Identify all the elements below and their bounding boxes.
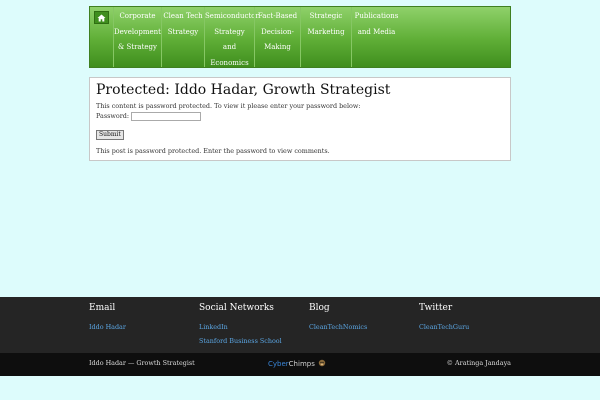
- nav-item-label: Economics: [210, 58, 249, 67]
- nav-item-label: and: [222, 43, 237, 51]
- page-title: Protected: Iddo Hadar, Growth Strategist: [96, 82, 391, 98]
- logo-text-cyber: Cyber: [268, 359, 289, 368]
- nav-item-clean-tech-strategy[interactable]: Clean Tech Strategy: [161, 7, 204, 67]
- nav-item-label: & Strategy: [118, 43, 157, 51]
- main-navigation: Corporate Development & Strategy Clean T…: [89, 6, 511, 68]
- nav-item-strategic-marketing[interactable]: Strategic Marketing: [300, 7, 351, 67]
- logo-text-chimps: Chimps: [288, 359, 315, 368]
- footer-heading: Social Networks: [199, 303, 274, 313]
- footer-link[interactable]: CleanTechGuru: [419, 323, 469, 331]
- nav-item-label: Publications: [354, 12, 399, 20]
- nav-item-label: Making: [264, 43, 291, 51]
- nav-item-corporate-development[interactable]: Corporate Development & Strategy: [113, 7, 161, 67]
- footer-link[interactable]: CleanTechNomics: [309, 323, 367, 331]
- footer-link[interactable]: LinkedIn: [199, 323, 282, 331]
- footer-widgets: Email Iddo Hadar Social Networks LinkedI…: [0, 297, 600, 353]
- footer-heading: Blog: [309, 303, 330, 313]
- nav-home[interactable]: [90, 7, 113, 67]
- nav-item-label: Strategy: [214, 27, 245, 36]
- nav-item-label: Fact-Based: [257, 12, 298, 20]
- footer-column-email: Email Iddo Hadar: [89, 302, 126, 331]
- nav-item-label: Strategic: [309, 12, 343, 20]
- nav-item-publications-and-media[interactable]: Publications and Media: [351, 7, 401, 67]
- footer-heading: Twitter: [419, 303, 453, 313]
- password-row: Password:: [96, 112, 504, 121]
- password-input[interactable]: [131, 112, 201, 121]
- cyberchimps-logo[interactable]: Cyber Chimps: [268, 359, 327, 368]
- nav-item-label: and Media: [357, 27, 396, 36]
- submit-button[interactable]: Submit: [96, 130, 124, 140]
- nav-item-label: Decision-: [261, 27, 294, 36]
- password-label: Password:: [96, 112, 129, 120]
- protected-message: This content is password protected. To v…: [96, 102, 361, 110]
- comments-protected-message: This post is password protected. Enter t…: [96, 147, 330, 155]
- post-content: Protected: Iddo Hadar, Growth Strategist…: [89, 77, 511, 161]
- footer-column-blog: Blog CleanTechNomics: [309, 302, 367, 331]
- site-info-bar: Iddo Hadar — Growth Strategist Cyber Chim…: [0, 353, 600, 376]
- footer-column-social-networks: Social Networks LinkedIn Stanford Busine…: [199, 302, 282, 345]
- nav-item-semiconductor-strategy[interactable]: Semiconductor Strategy and Economics: [204, 7, 259, 67]
- nav-item-label: Development: [114, 27, 161, 36]
- footer-column-twitter: Twitter CleanTechGuru: [419, 302, 469, 331]
- copyright: © Aratinga Jandaya: [446, 359, 511, 367]
- nav-item-label: Semiconductor: [205, 12, 259, 20]
- nav-item-label: Corporate: [119, 12, 156, 20]
- home-icon[interactable]: [94, 11, 109, 24]
- footer-link[interactable]: Iddo Hadar: [89, 323, 126, 331]
- footer-heading: Email: [89, 303, 116, 313]
- site-name[interactable]: Iddo Hadar — Growth Strategist: [89, 359, 195, 367]
- chimp-icon: [318, 359, 326, 367]
- nav-item-label: Marketing: [307, 27, 345, 36]
- footer-link[interactable]: Stanford Business School: [199, 337, 282, 345]
- nav-item-label: Clean Tech: [163, 12, 203, 20]
- nav-item-label: Strategy: [167, 27, 199, 36]
- nav-item-fact-based-decision-making[interactable]: Fact-Based Decision- Making: [254, 7, 300, 67]
